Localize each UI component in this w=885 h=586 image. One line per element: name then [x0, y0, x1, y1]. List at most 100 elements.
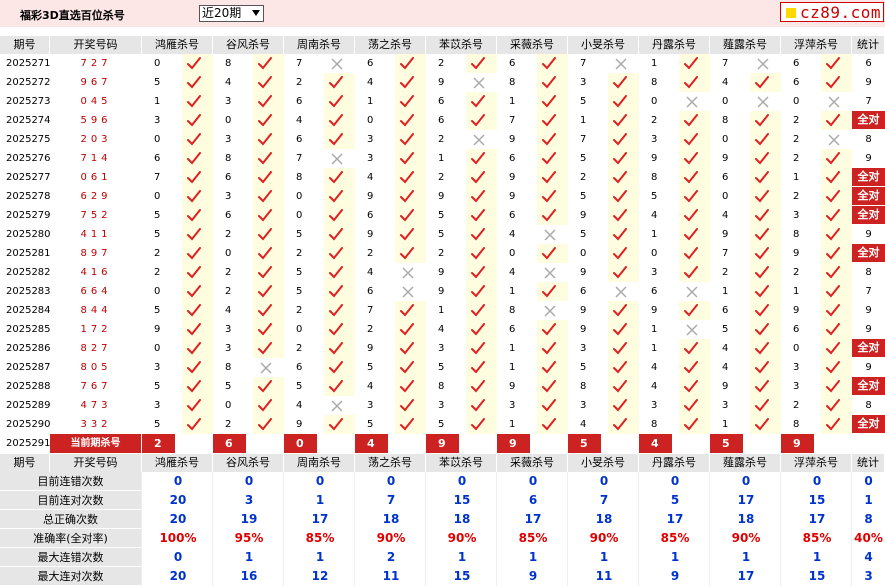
column-header-bottom-0: 期号 — [0, 454, 49, 472]
check-icon — [187, 76, 201, 89]
winning-number-cell: 752 — [80, 210, 112, 221]
kill-number-cell: 2 — [367, 324, 374, 335]
column-header-bottom-5: 荡之杀号 — [355, 454, 425, 472]
kill-number-cell: 6 — [367, 286, 374, 297]
summary-value: 90% — [589, 531, 619, 545]
check-icon — [258, 228, 272, 241]
kill-number-cell: 3 — [154, 362, 161, 373]
summary-label: 目前连对次数 — [0, 491, 141, 509]
cross-icon — [331, 153, 343, 165]
check-icon — [187, 228, 201, 241]
winning-number-cell: 332 — [80, 419, 112, 430]
column-header-top-12: 统计 — [852, 36, 884, 54]
winning-number-cell: 411 — [80, 229, 112, 240]
kill-number-cell: 0 — [722, 96, 729, 107]
page-title: 福彩3D直选百位杀号 — [20, 9, 125, 22]
kill-number-cell: 1 — [793, 286, 800, 297]
kill-number-cell: 6 — [438, 96, 445, 107]
summary-value: 17 — [737, 493, 755, 507]
summary-value: 0 — [173, 550, 183, 564]
summary-value: 1 — [599, 550, 609, 564]
check-icon — [329, 323, 343, 336]
check-icon — [826, 228, 840, 241]
winning-number-cell: 629 — [80, 191, 112, 202]
column-header-top-10: 薤露杀号 — [710, 36, 780, 54]
check-icon — [542, 76, 556, 89]
check-icon — [329, 304, 343, 317]
kill-number-cell: 0 — [580, 248, 587, 259]
check-icon — [187, 133, 201, 146]
winning-number-cell: 473 — [80, 400, 112, 411]
check-icon — [684, 114, 698, 127]
kill-number-cell: 4 — [225, 77, 232, 88]
summary-value: 1 — [315, 493, 325, 507]
summary-value: 100% — [159, 531, 197, 545]
summary-value: 5 — [670, 493, 680, 507]
kill-number-cell: 4 — [651, 362, 658, 373]
issue-cell: 2025277 — [6, 172, 51, 183]
summary-value: 0 — [864, 474, 873, 488]
stat-cell: 全对 — [852, 168, 885, 186]
current-kill-number: 4 — [639, 434, 672, 453]
kill-number-cell: 0 — [154, 286, 161, 297]
summary-value: 18 — [737, 512, 755, 526]
kill-number-cell: 5 — [154, 210, 161, 221]
check-icon — [542, 361, 556, 374]
check-icon — [471, 323, 485, 336]
kill-number-cell: 4 — [651, 381, 658, 392]
summary-value: 90% — [376, 531, 406, 545]
issue-cell: 2025280 — [6, 229, 51, 240]
issue-cell: 2025282 — [6, 267, 51, 278]
current-kill-number: 4 — [355, 434, 388, 453]
period-select[interactable]: 近20期 — [199, 5, 264, 22]
check-icon — [258, 57, 272, 70]
kill-number-cell: 6 — [722, 305, 729, 316]
kill-number-cell: 1 — [651, 324, 658, 335]
kill-number-cell: 6 — [722, 172, 729, 183]
check-icon — [613, 228, 627, 241]
check-icon — [400, 152, 414, 165]
kill-number-cell: 6 — [793, 324, 800, 335]
current-kill-number: 2 — [142, 434, 175, 453]
winning-number-cell: 897 — [80, 248, 112, 259]
kill-number-cell: 4 — [296, 400, 303, 411]
kill-number-cell: 2 — [793, 267, 800, 278]
check-icon — [684, 76, 698, 89]
kill-number-cell: 9 — [296, 419, 303, 430]
kill-number-cell: 6 — [296, 134, 303, 145]
current-kill-number: 9 — [426, 434, 459, 453]
site-logo[interactable]: cz89.com — [780, 2, 884, 22]
check-icon — [187, 361, 201, 374]
kill-number-cell: 3 — [580, 343, 587, 354]
summary-value: 3 — [244, 493, 254, 507]
kill-number-cell: 4 — [722, 210, 729, 221]
kill-number-cell: 9 — [367, 191, 374, 202]
check-icon — [613, 114, 627, 127]
kill-number-cell: 6 — [793, 77, 800, 88]
check-icon — [684, 380, 698, 393]
kill-number-cell: 6 — [367, 210, 374, 221]
check-icon — [542, 95, 556, 108]
current-label-cell: 当前期杀号 — [50, 434, 141, 453]
check-icon — [613, 95, 627, 108]
cross-icon — [473, 77, 485, 89]
kill-number-cell: 1 — [509, 96, 516, 107]
check-icon — [826, 152, 840, 165]
summary-value: 1 — [812, 550, 822, 564]
check-icon — [329, 190, 343, 203]
kill-number-cell: 6 — [509, 324, 516, 335]
summary-value: 17 — [808, 512, 826, 526]
kill-number-cell: 9 — [509, 381, 516, 392]
kill-number-cell: 6 — [367, 58, 374, 69]
summary-label: 最大连对次数 — [0, 567, 141, 585]
check-icon — [471, 304, 485, 317]
check-icon — [826, 209, 840, 222]
check-icon — [826, 266, 840, 279]
summary-value: 0 — [173, 474, 183, 488]
check-icon — [400, 95, 414, 108]
column-divider — [780, 472, 781, 586]
check-icon — [187, 266, 201, 279]
current-kill-number: 6 — [213, 434, 246, 453]
cross-icon — [331, 58, 343, 70]
kill-number-cell: 1 — [438, 153, 445, 164]
